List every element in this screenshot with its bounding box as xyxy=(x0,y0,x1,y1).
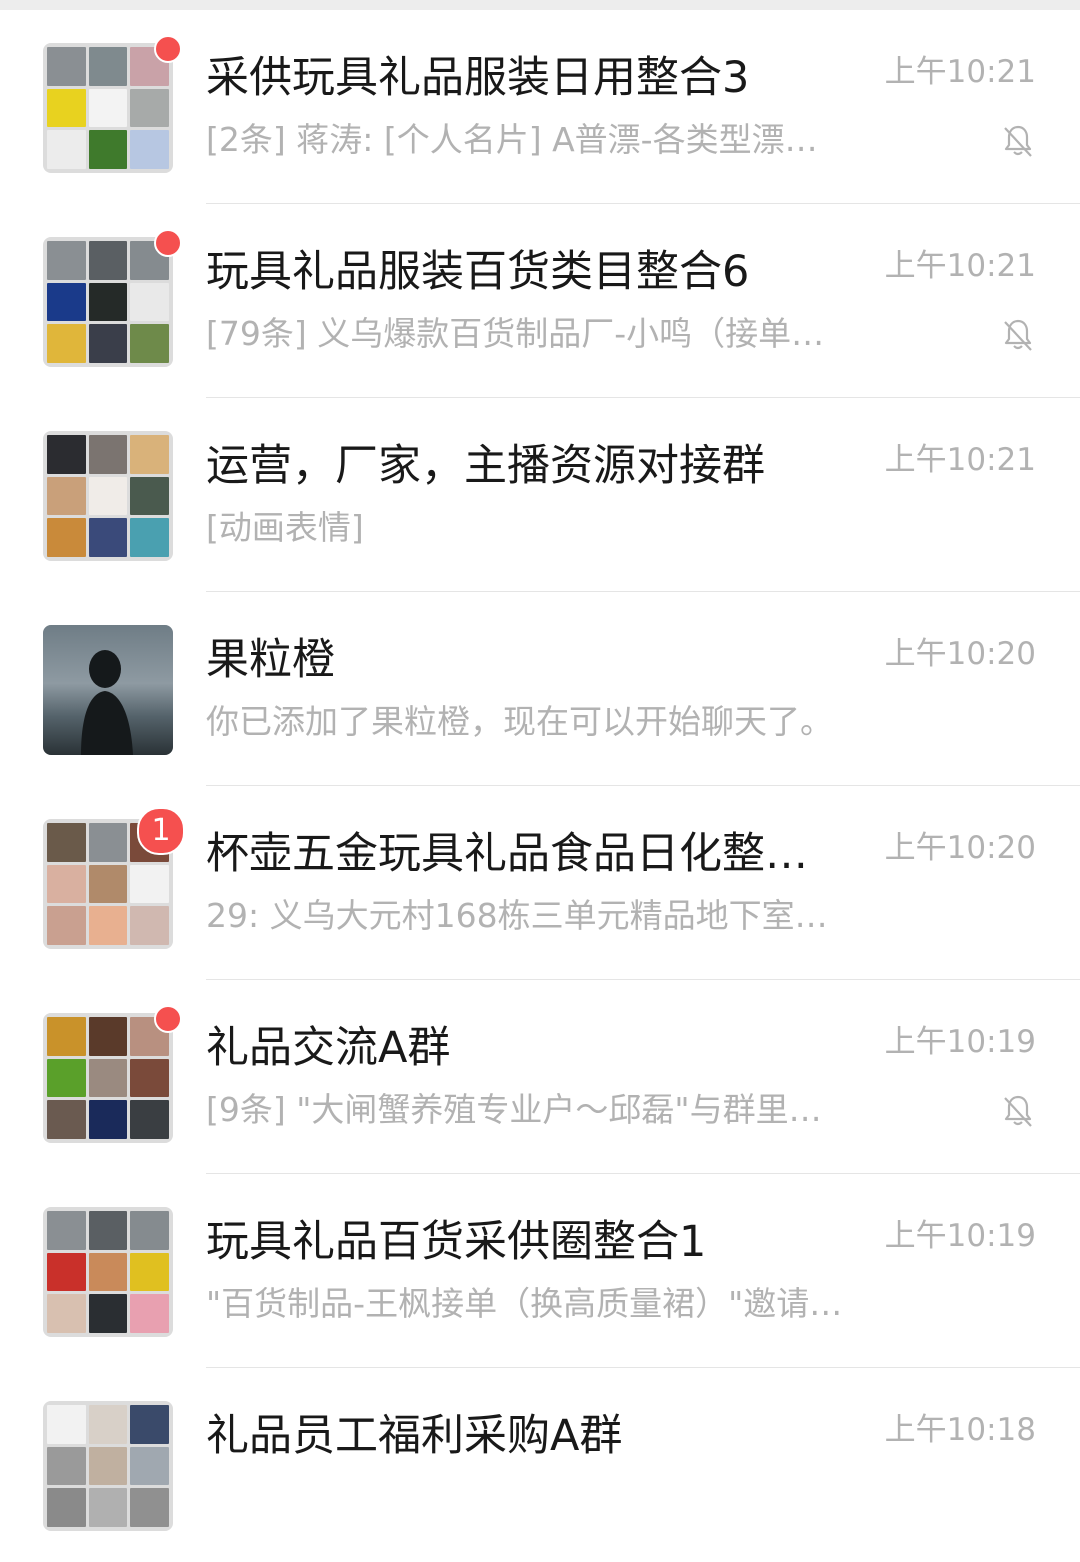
group-avatar xyxy=(43,1401,173,1531)
chat-time: 上午10:21 xyxy=(884,54,1036,90)
group-avatar xyxy=(43,229,182,367)
chat-row[interactable]: 运营，厂家，主播资源对接群 [动画表情] 上午10:21 xyxy=(0,398,1080,592)
avatar-grid xyxy=(43,1401,173,1531)
avatar-grid xyxy=(43,1013,173,1143)
chat-preview: "百货制品-王枫接单（换高质量裙）"邀请… xyxy=(206,1284,843,1323)
chat-time: 上午10:20 xyxy=(884,636,1036,672)
chat-time: 上午10:21 xyxy=(884,248,1036,284)
chat-preview: 你已添加了果粒橙，现在可以开始聊天了。 xyxy=(206,702,833,741)
chat-title: 玩具礼品服装百货类目整合6 xyxy=(206,247,750,297)
chat-preview: 29: 义乌大元村168栋三单元精品地下室… xyxy=(206,896,828,935)
group-avatar xyxy=(43,1207,173,1337)
chat-row[interactable]: 玩具礼品百货采供圈整合1 "百货制品-王枫接单（换高质量裙）"邀请… 上午10:… xyxy=(0,1174,1080,1368)
unread-count-badge: 1 xyxy=(137,807,185,855)
avatar-grid xyxy=(43,237,173,367)
avatar-photo xyxy=(43,625,173,755)
chat-time: 上午10:19 xyxy=(884,1218,1036,1254)
chat-row[interactable]: 1 杯壶五金玩具礼品食品日化整… 29: 义乌大元村168栋三单元精品地下室… … xyxy=(0,786,1080,980)
chat-time: 上午10:20 xyxy=(884,830,1036,866)
chat-title: 杯壶五金玩具礼品食品日化整… xyxy=(206,829,808,879)
chat-time: 上午10:18 xyxy=(884,1412,1036,1448)
chat-title: 礼品员工福利采购A群 xyxy=(206,1411,623,1461)
unread-dot xyxy=(154,1005,182,1033)
chat-time: 上午10:21 xyxy=(884,442,1036,478)
contact-avatar xyxy=(43,625,173,755)
unread-dot xyxy=(154,35,182,63)
chat-preview: [79条] 义乌爆款百货制品厂-小鸣（接单… xyxy=(206,314,825,353)
chat-preview: [9条] "大闸蟹养殖专业户～邱磊"与群里… xyxy=(206,1090,822,1129)
chat-preview: [2条] 蒋涛: [个人名片] A普漂-各类型漂… xyxy=(206,120,818,159)
avatar-grid xyxy=(43,431,173,561)
group-avatar xyxy=(43,1005,182,1143)
avatar-grid xyxy=(43,1207,173,1337)
chat-row[interactable]: 采供玩具礼品服装日用整合3 [2条] 蒋涛: [个人名片] A普漂-各类型漂… … xyxy=(0,10,1080,204)
chat-time: 上午10:19 xyxy=(884,1024,1036,1060)
group-avatar xyxy=(43,431,173,561)
top-bar xyxy=(0,0,1080,10)
chat-list: 采供玩具礼品服装日用整合3 [2条] 蒋涛: [个人名片] A普漂-各类型漂… … xyxy=(0,10,1080,1562)
chat-row[interactable]: 礼品交流A群 [9条] "大闸蟹养殖专业户～邱磊"与群里… 上午10:19 xyxy=(0,980,1080,1174)
avatar-grid xyxy=(43,43,173,173)
chat-title: 采供玩具礼品服装日用整合3 xyxy=(206,53,750,103)
group-avatar: 1 xyxy=(43,807,185,949)
chat-row[interactable]: 果粒橙 你已添加了果粒橙，现在可以开始聊天了。 上午10:20 xyxy=(0,592,1080,786)
chat-title: 果粒橙 xyxy=(206,635,335,685)
mute-bell-icon xyxy=(1004,125,1032,157)
unread-dot xyxy=(154,229,182,257)
mute-bell-icon xyxy=(1004,319,1032,351)
mute-bell-icon xyxy=(1004,1095,1032,1127)
group-avatar xyxy=(43,35,182,173)
chat-title: 礼品交流A群 xyxy=(206,1023,451,1073)
chat-preview: [动画表情] xyxy=(206,508,364,547)
chat-title: 运营，厂家，主播资源对接群 xyxy=(206,441,765,491)
chat-title: 玩具礼品百货采供圈整合1 xyxy=(206,1217,707,1267)
chat-row[interactable]: 礼品员工福利采购A群 上午10:18 xyxy=(0,1368,1080,1562)
chat-row[interactable]: 玩具礼品服装百货类目整合6 [79条] 义乌爆款百货制品厂-小鸣（接单… 上午1… xyxy=(0,204,1080,398)
